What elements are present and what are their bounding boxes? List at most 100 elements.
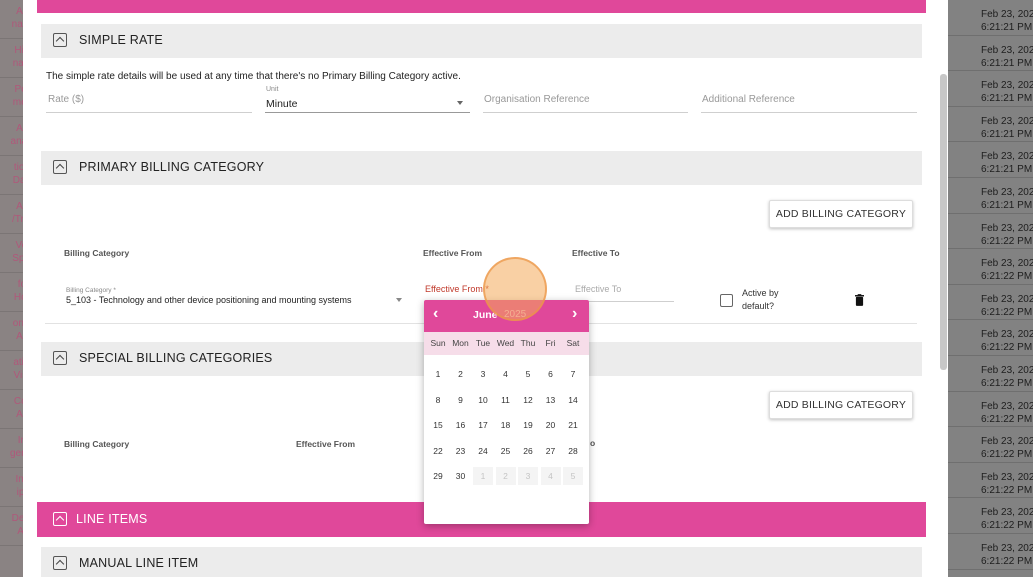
- background-list-right: Feb 23, 202 6:21:21 PM Feb 23, 202 6:21:21 …: [948, 0, 1033, 577]
- calendar-day[interactable]: 9: [451, 391, 471, 409]
- timestamp-date: Feb 23, 202: [981, 364, 1033, 376]
- section-manual-line-item[interactable]: MANUAL LINE ITEM: [41, 547, 922, 577]
- calendar-day[interactable]: 5: [518, 365, 538, 383]
- organisation-reference-input[interactable]: Organisation Reference: [484, 94, 590, 105]
- billing-category-select[interactable]: 5_103 - Technology and other device posi…: [66, 295, 352, 305]
- calendar-day[interactable]: 19: [518, 416, 538, 434]
- section-simple-rate[interactable]: SIMPLE RATE: [41, 24, 922, 58]
- rate-input-underline: [46, 112, 252, 113]
- calendar-day[interactable]: 7: [563, 365, 583, 383]
- background-timestamp-row: Feb 23, 202 6:21:21 PM: [948, 178, 1033, 214]
- next-month-button[interactable]: ›: [572, 305, 577, 323]
- weekday-label: Tue: [475, 338, 491, 348]
- timestamp-time: 6:21:22 PM: [981, 306, 1033, 318]
- calendar-day[interactable]: 14: [563, 391, 583, 409]
- calendar-day[interactable]: 3: [473, 365, 493, 383]
- background-timestamp-row: Feb 23, 202 6:21:21 PM: [948, 36, 1033, 72]
- active-by-default-label-1: Active by: [742, 288, 779, 298]
- background-timestamp-row: Feb 23, 202 6:21:22 PM: [948, 356, 1033, 392]
- timestamp-date: Feb 23, 202: [981, 471, 1033, 483]
- calendar-day[interactable]: 8: [428, 391, 448, 409]
- collapse-icon[interactable]: [53, 33, 67, 47]
- timestamp-date: Feb 23, 202: [981, 186, 1033, 198]
- background-timestamp-row: Feb 23, 202 6:21:22 PM: [948, 427, 1033, 463]
- calendar-day[interactable]: 2: [451, 365, 471, 383]
- calendar-day[interactable]: 13: [541, 391, 561, 409]
- chevron-down-icon[interactable]: [457, 101, 463, 105]
- column-header-billing-category: Billing Category: [64, 248, 130, 258]
- calendar-day[interactable]: 10: [473, 391, 493, 409]
- calendar-day[interactable]: 21: [563, 416, 583, 434]
- timestamp-time: 6:21:22 PM: [981, 342, 1033, 354]
- timestamp-time: 6:21:21 PM: [981, 93, 1033, 105]
- timestamp-time: 6:21:22 PM: [981, 413, 1033, 425]
- weekday-label: Fri: [545, 338, 556, 348]
- weekday-row: Sun Mon Tue Wed Thu Fri Sat: [424, 332, 589, 355]
- calendar-day-other-month: 3: [518, 467, 538, 485]
- trash-icon[interactable]: [855, 294, 864, 306]
- effective-to-input[interactable]: Effective To: [575, 284, 621, 294]
- effective-to-underline: [574, 301, 674, 302]
- background-timestamp-row: Feb 23, 202 6:21:21 PM: [948, 71, 1033, 107]
- timestamp-time: 6:21:22 PM: [981, 555, 1033, 567]
- section-primary-billing-category[interactable]: PRIMARY BILLING CATEGORY: [41, 151, 922, 185]
- calendar-day-other-month: 4: [540, 467, 561, 485]
- timestamp-date: Feb 23, 202: [981, 436, 1033, 448]
- chevron-down-icon[interactable]: [396, 298, 402, 302]
- collapse-icon[interactable]: [53, 160, 67, 174]
- collapse-icon[interactable]: [53, 351, 67, 365]
- calendar-day[interactable]: 29: [428, 467, 448, 485]
- background-timestamp-row: Feb 23, 202 6:21:22 PM: [948, 463, 1033, 499]
- calendar-day[interactable]: 18: [496, 416, 516, 434]
- calendar-day[interactable]: 6: [541, 365, 561, 383]
- calendar-day[interactable]: 22: [428, 442, 448, 460]
- calendar-day[interactable]: 26: [518, 442, 538, 460]
- timestamp-date: Feb 23, 202: [981, 222, 1033, 234]
- calendar-day[interactable]: 25: [496, 442, 516, 460]
- background-timestamp-row: Feb 23, 202 6:21:22 PM: [948, 214, 1033, 250]
- calendar-day[interactable]: 12: [518, 391, 538, 409]
- background-timestamp-row: Feb 23, 202 6:21:21 PM: [948, 0, 1033, 36]
- collapse-icon[interactable]: [53, 512, 67, 526]
- calendar-day[interactable]: 30: [451, 467, 471, 485]
- calendar-day[interactable]: 4: [496, 365, 516, 383]
- section-title: MANUAL LINE ITEM: [79, 556, 199, 570]
- timestamp-time: 6:21:21 PM: [981, 199, 1033, 211]
- calendar-day[interactable]: 17: [473, 416, 493, 434]
- timestamp-date: Feb 23, 202: [981, 507, 1033, 519]
- calendar-day[interactable]: 20: [541, 416, 561, 434]
- background-timestamp-row: Feb 23, 202 6:21:22 PM: [948, 320, 1033, 356]
- unit-select[interactable]: Minute: [266, 98, 298, 110]
- modal-scrollbar[interactable]: [940, 74, 947, 370]
- timestamp-time: 6:21:21 PM: [981, 22, 1033, 33]
- calendar-day[interactable]: 15: [428, 416, 448, 434]
- timestamp-date: Feb 23, 202: [981, 293, 1033, 305]
- billing-modal: SIMPLE RATE The simple rate details will…: [23, 0, 948, 577]
- calendar-day[interactable]: 27: [541, 442, 561, 460]
- rate-input[interactable]: Rate ($): [48, 94, 84, 105]
- background-timestamp-row: Feb 23, 202 6:21:21 PM: [948, 142, 1033, 178]
- previous-month-button[interactable]: ‹: [433, 305, 438, 323]
- collapse-icon[interactable]: [53, 556, 67, 570]
- calendar-day[interactable]: 16: [451, 416, 471, 434]
- calendar-day[interactable]: 11: [496, 391, 516, 409]
- active-by-default-label-2: default?: [742, 301, 775, 311]
- calendar-day[interactable]: 28: [563, 442, 583, 460]
- weekday-label: Thu: [520, 338, 536, 348]
- add-billing-category-button[interactable]: ADD BILLING CATEGORY: [769, 200, 913, 228]
- effective-from-input[interactable]: Effective From *: [425, 284, 489, 294]
- active-by-default-checkbox[interactable]: [720, 294, 733, 307]
- timestamp-date: Feb 23, 202: [981, 151, 1033, 163]
- timestamp-time: 6:21:22 PM: [981, 377, 1033, 389]
- column-header-effective-from: Effective From: [296, 439, 356, 449]
- add-special-billing-category-button[interactable]: ADD BILLING CATEGORY: [769, 391, 913, 419]
- timestamp-time: 6:21:22 PM: [981, 520, 1033, 532]
- calendar-day[interactable]: 23: [451, 442, 471, 460]
- calendar-day[interactable]: 1: [428, 365, 448, 383]
- date-picker[interactable]: ‹ June 2025 › SunMonTueWedThuFriSat 1234…: [424, 300, 589, 524]
- additional-reference-input[interactable]: Additional Reference: [702, 94, 795, 105]
- unit-select-underline: [265, 112, 470, 113]
- timestamp-date: Feb 23, 202: [981, 258, 1033, 270]
- timestamp-date: Feb 23, 202: [981, 115, 1033, 127]
- calendar-day[interactable]: 24: [473, 442, 493, 460]
